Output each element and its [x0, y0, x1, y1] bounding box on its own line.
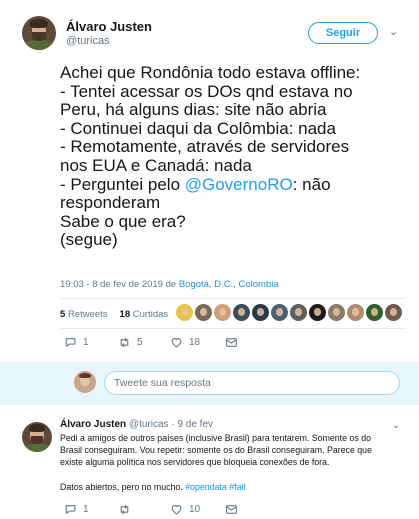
- reply-composer: Tweete sua resposta: [0, 362, 419, 405]
- liker-avatar[interactable]: [347, 304, 364, 321]
- reply-action[interactable]: 1: [64, 336, 89, 349]
- liker-avatar[interactable]: [233, 304, 250, 321]
- tweet-stats: 5 Retweets 18 Curtidas: [60, 309, 169, 320]
- reply-header: Álvaro Justen @turicas · 9 de fev: [60, 419, 214, 430]
- liker-avatar[interactable]: [328, 304, 345, 321]
- author-handle[interactable]: @turicas: [66, 35, 110, 47]
- liker-avatar[interactable]: [385, 304, 402, 321]
- like-action[interactable]: 18: [170, 336, 200, 349]
- reply-icon: [65, 338, 76, 347]
- liker-avatar[interactable]: [195, 304, 212, 321]
- heart-icon: [171, 338, 182, 348]
- hashtag-link[interactable]: #opendata: [185, 482, 227, 492]
- retweet-icon: [120, 504, 129, 515]
- reply-author-avatar[interactable]: [22, 422, 52, 452]
- liker-avatar[interactable]: [214, 304, 231, 321]
- my-avatar: [74, 371, 96, 393]
- dm-action[interactable]: [225, 503, 238, 516]
- follow-button[interactable]: Seguir: [308, 22, 378, 44]
- chevron-down-icon[interactable]: ⌄: [389, 25, 398, 38]
- likes-count[interactable]: 18: [120, 309, 131, 320]
- liker-avatar[interactable]: [252, 304, 269, 321]
- reply-input[interactable]: Tweete sua resposta: [104, 371, 400, 395]
- retweet-icon: [120, 337, 129, 348]
- envelope-icon: [226, 338, 237, 347]
- liker-avatar[interactable]: [309, 304, 326, 321]
- liker-avatar[interactable]: [366, 304, 383, 321]
- reply-text: Pedi a amigos de outros países (inclusiv…: [60, 433, 372, 492]
- liker-avatar[interactable]: [271, 304, 288, 321]
- envelope-icon: [226, 505, 237, 514]
- liker-avatar[interactable]: [176, 304, 193, 321]
- divider: [60, 298, 405, 299]
- author-name[interactable]: Álvaro Justen: [66, 19, 152, 34]
- tweet-timestamp: 19:03 - 8 de fev de 2019 de Bogotá, D.C.…: [60, 279, 279, 290]
- reply-action[interactable]: 1: [64, 503, 89, 516]
- reply-author-handle[interactable]: @turicas: [129, 419, 169, 430]
- like-action[interactable]: 10: [170, 503, 200, 516]
- reply-author-name[interactable]: Álvaro Justen: [60, 419, 126, 430]
- retweets-count[interactable]: 5: [60, 309, 65, 320]
- dm-action[interactable]: [225, 336, 238, 349]
- reply-date[interactable]: 9 de fev: [177, 419, 213, 430]
- location-link[interactable]: Bogotá, D.C., Colombia: [179, 279, 279, 290]
- heart-icon: [171, 505, 182, 515]
- tweet-text: Achei que Rondônia todo estava offline: …: [60, 63, 361, 250]
- retweet-action[interactable]: [118, 503, 137, 516]
- divider: [60, 328, 405, 329]
- retweet-action[interactable]: 5: [118, 336, 143, 349]
- chevron-down-icon[interactable]: ⌄: [392, 420, 400, 431]
- mention-link[interactable]: @GovernoRO: [185, 175, 293, 194]
- liker-avatar[interactable]: [290, 304, 307, 321]
- reply-icon: [65, 505, 76, 514]
- author-avatar[interactable]: [22, 16, 56, 50]
- hashtag-link[interactable]: #fail: [229, 482, 245, 492]
